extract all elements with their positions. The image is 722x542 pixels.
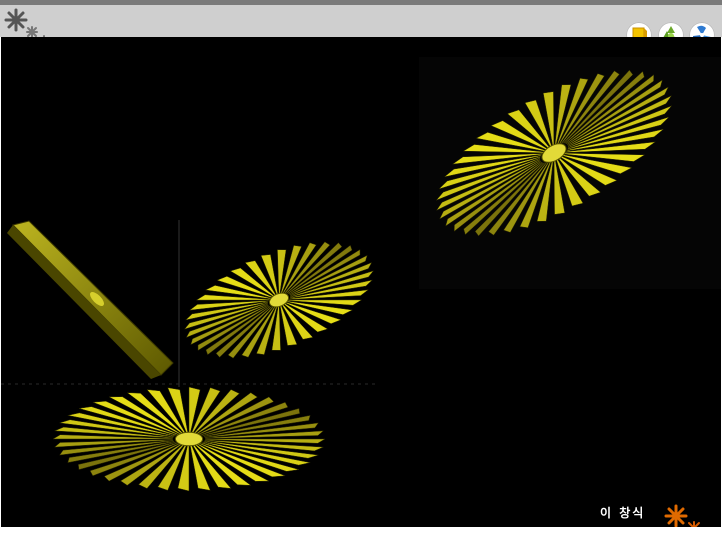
render-stage — [1, 37, 721, 527]
fan-scene — [1, 57, 721, 492]
author-name: 이 창식 — [600, 506, 646, 520]
fan-side-view — [7, 220, 174, 379]
fan-front-view — [183, 241, 375, 359]
fan-blade — [271, 305, 281, 351]
fan-top-view — [52, 386, 326, 492]
fan-hub — [174, 431, 204, 447]
footer — [0, 527, 722, 542]
fan-blade — [277, 249, 287, 295]
slide-header-bar — [0, 5, 722, 37]
